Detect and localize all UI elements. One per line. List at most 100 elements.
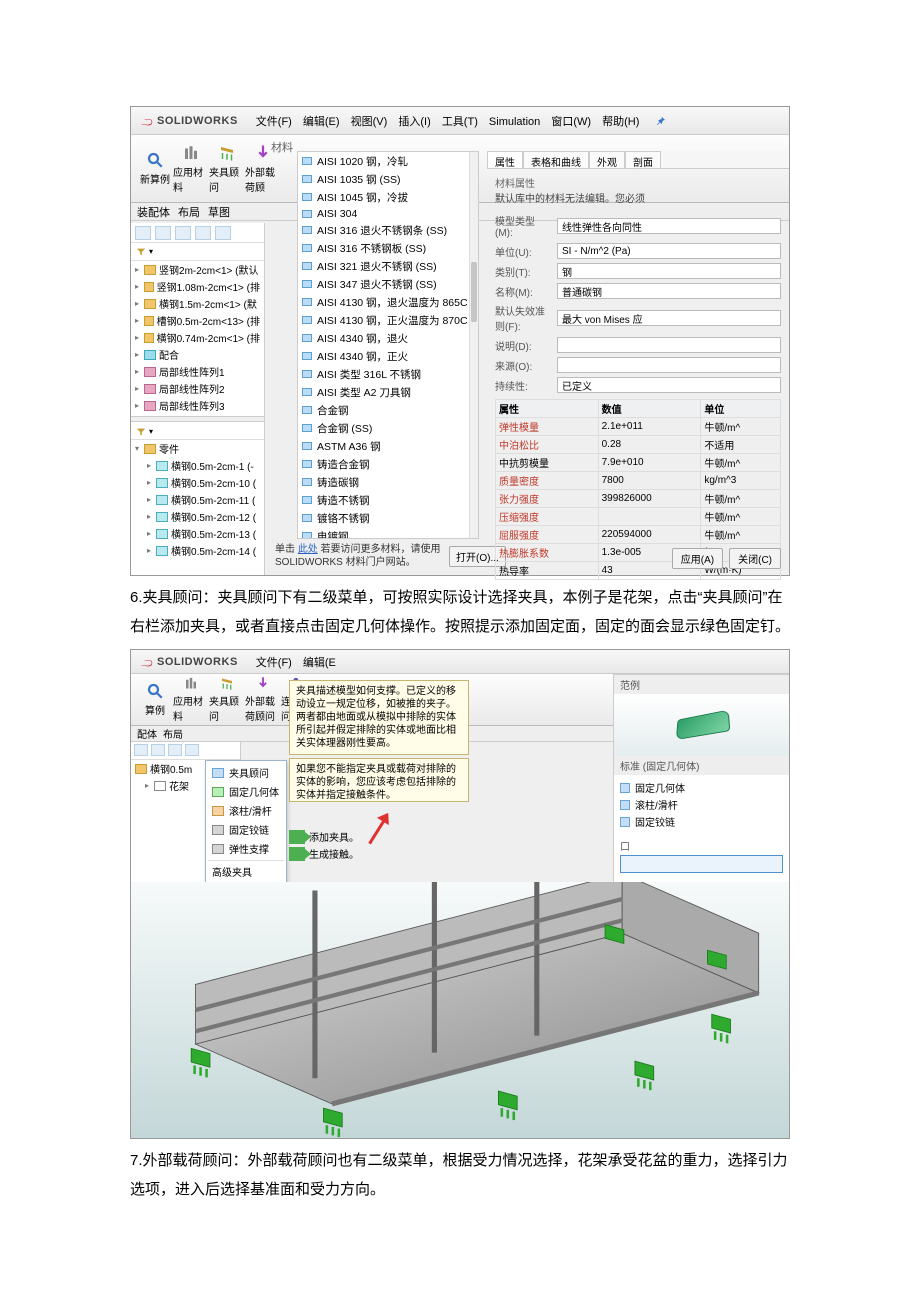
val-source[interactable] — [557, 357, 781, 373]
material-item[interactable]: 电镀钢 — [298, 527, 478, 539]
material-item[interactable]: AISI 4340 钢，退火 — [298, 329, 478, 347]
pin-icon[interactable] — [655, 115, 667, 127]
material-item[interactable]: AISI 1020 钢，冷轧 — [298, 152, 478, 170]
tree-mates[interactable]: ▸配合 — [131, 346, 264, 363]
val-failcrit[interactable]: 最大 von Mises 应 — [557, 310, 781, 326]
apply-button[interactable]: 应用(A) — [672, 548, 723, 569]
val-sustain[interactable]: 已定义 — [557, 377, 781, 393]
material-item[interactable]: AISI 4340 钢，正火 — [298, 347, 478, 365]
tree-part[interactable]: ▸竖钢2m-2cm<1> (默认 — [131, 261, 264, 278]
tab-tables[interactable]: 表格和曲线 — [523, 151, 589, 168]
tab-properties[interactable]: 属性 — [487, 151, 523, 168]
material-item[interactable]: 合金钢 — [298, 401, 478, 419]
tree-pattern[interactable]: ▸局部线性阵列2 — [131, 380, 264, 397]
tree-parts-root[interactable]: ▾零件 — [131, 440, 264, 457]
tree-part-item[interactable]: ▸横钢0.5m-2cm-10 ( — [131, 474, 264, 491]
material-item[interactable]: 铸造合金钢 — [298, 455, 478, 473]
material-item[interactable]: 镀铬不锈钢 — [298, 509, 478, 527]
opt-fixed-geometry[interactable]: 固定几何体 — [620, 779, 783, 796]
tab-appearance[interactable]: 外观 — [589, 151, 625, 168]
val-modeltype[interactable]: 线性弹性各向同性 — [557, 218, 781, 234]
material-item[interactable]: AISI 1045 钢，冷拔 — [298, 188, 478, 206]
material-item[interactable]: AISI 304 — [298, 206, 478, 221]
tree-part-item[interactable]: ▸横钢0.5m-2cm-14 ( — [131, 542, 264, 559]
material-item[interactable]: 合金钢 (SS) — [298, 419, 478, 437]
menu-edit[interactable]: 编辑(E) — [299, 116, 344, 128]
menu-roller[interactable]: 滚柱/滑杆 — [208, 801, 284, 820]
tree-tab-icon[interactable] — [215, 226, 231, 240]
tab-layout[interactable]: 布局 — [178, 204, 200, 220]
menu-insert[interactable]: 插入(I) — [394, 116, 434, 128]
selection-input[interactable] — [620, 855, 783, 873]
menu-fixed-hinge[interactable]: 固定铰链 — [208, 820, 284, 839]
material-item[interactable]: 铸造碳钢 — [298, 473, 478, 491]
tree-part-item[interactable]: ▸横钢0.5m-2cm-12 ( — [131, 508, 264, 525]
tree-tab-icon[interactable] — [185, 744, 199, 756]
tree-part-item[interactable]: ▸横钢0.5m-2cm-11 ( — [131, 491, 264, 508]
close-button[interactable]: 关闭(C) — [729, 548, 781, 569]
menu-window[interactable]: 窗口(W) — [547, 116, 595, 128]
tree-tab-icon[interactable] — [175, 226, 191, 240]
tree-tab-icon[interactable] — [195, 226, 211, 240]
material-item[interactable]: AISI 4130 钢，正火温度为 870C — [298, 311, 478, 329]
material-item[interactable]: AISI 类型 A2 刀具钢 — [298, 383, 478, 401]
tab-layout[interactable]: 布局 — [163, 726, 183, 741]
material-item[interactable]: AISI 类型 316L 不锈钢 — [298, 365, 478, 383]
menu-file[interactable]: 文件(F) — [252, 116, 296, 128]
menu-view[interactable]: 视图(V) — [347, 116, 392, 128]
rib-fixture[interactable]: 夹具顾问 — [209, 137, 245, 200]
menu-help[interactable]: 帮助(H) — [598, 116, 643, 128]
action-add-fixture[interactable]: 添加夹具。 — [289, 828, 359, 845]
material-item[interactable]: AISI 1035 钢 (SS) — [298, 170, 478, 188]
menu-edit[interactable]: 编辑(E — [299, 657, 340, 669]
material-item[interactable]: 铸造不锈钢 — [298, 491, 478, 509]
menu-advanced[interactable]: 高级夹具 — [208, 860, 284, 881]
tree-part[interactable]: ▸竖钢1.08m-2cm<1> (排 — [131, 278, 264, 295]
filter-icon[interactable] — [135, 247, 147, 257]
tree-part[interactable]: ▸槽钢0.5m-2cm<13> (排 — [131, 312, 264, 329]
val-desc[interactable] — [557, 337, 781, 353]
tree-tab-icon[interactable] — [155, 226, 171, 240]
tree-part[interactable]: ▸横钢0.74m-2cm<1> (排 — [131, 329, 264, 346]
menu-file[interactable]: 文件(F) — [252, 657, 296, 669]
tab-assembly[interactable]: 配体 — [137, 726, 157, 741]
tree-pattern[interactable]: ▸局部线性阵列3 — [131, 397, 264, 414]
menu-elastic[interactable]: 弹性支撑 — [208, 839, 284, 858]
tab-sketch[interactable]: 草图 — [208, 204, 230, 220]
tree-tab-icon[interactable] — [168, 744, 182, 756]
tree-part[interactable]: ▸横钢1.5m-2cm<1> (默 — [131, 295, 264, 312]
tree-tab-icon[interactable] — [135, 226, 151, 240]
opt-hinge[interactable]: 固定铰链 — [620, 813, 783, 830]
tree-tab-icon[interactable] — [151, 744, 165, 756]
tab-assembly[interactable]: 装配体 — [137, 204, 170, 220]
val-units[interactable]: SI - N/m^2 (Pa) — [557, 243, 781, 259]
rib-new-study[interactable]: 新算例 — [137, 137, 173, 200]
material-item[interactable]: ASTM A36 钢 — [298, 437, 478, 455]
tree-part-item[interactable]: ▸横钢0.5m-2cm-1 (- — [131, 457, 264, 474]
menu-fixture-advisor[interactable]: 夹具顾问 — [208, 763, 284, 782]
scrollbar[interactable] — [469, 152, 478, 538]
tree-tab-icon[interactable] — [134, 744, 148, 756]
material-item[interactable]: AISI 321 退火不锈钢 (SS) — [298, 257, 478, 275]
menu-simulation[interactable]: Simulation — [485, 116, 544, 128]
filter-icon[interactable] — [135, 427, 147, 437]
menu-tools[interactable]: 工具(T) — [438, 116, 482, 128]
opt-roller[interactable]: 滚柱/滑杆 — [620, 796, 783, 813]
val-name[interactable]: 普通碳钢 — [557, 283, 781, 299]
tree-part-item[interactable]: ▸横钢0.5m-2cm-13 ( — [131, 525, 264, 542]
material-portal-link[interactable]: 此处 — [298, 544, 318, 555]
menu-fixed-geometry[interactable]: 固定几何体 — [208, 782, 284, 801]
action-generate-contact[interactable]: 生成接触。 — [289, 845, 359, 862]
material-item[interactable]: AISI 316 不锈钢板 (SS) — [298, 239, 478, 257]
rib-apply-material[interactable]: 应用材料 — [173, 137, 209, 200]
tree-pattern[interactable]: ▸局部线性阵列1 — [131, 363, 264, 380]
rib-fixture[interactable]: 夹具顾问 — [209, 676, 245, 723]
rib-loads[interactable]: 外部载荷顾问 — [245, 676, 281, 723]
material-item[interactable]: AISI 316 退火不锈钢条 (SS) — [298, 221, 478, 239]
val-category[interactable]: 钢 — [557, 263, 781, 279]
tab-crosshatch[interactable]: 剖面 — [625, 151, 661, 168]
rib-new-study[interactable]: 算例 — [137, 676, 173, 723]
material-item[interactable]: AISI 4130 钢，退火温度为 865C — [298, 293, 478, 311]
material-item[interactable]: AISI 347 退火不锈钢 (SS) — [298, 275, 478, 293]
rib-material[interactable]: 应用材料 — [173, 676, 209, 723]
